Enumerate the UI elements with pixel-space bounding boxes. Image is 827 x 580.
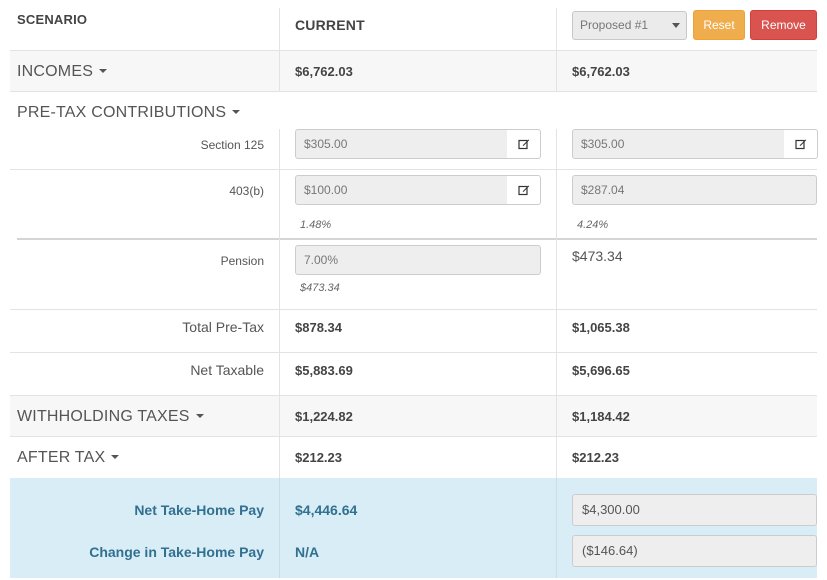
after-tax-toggle[interactable]: AFTER TAX	[17, 449, 120, 467]
incomes-current: $6,762.03	[295, 64, 353, 79]
b403-current-edit-button[interactable]	[507, 175, 541, 205]
remove-button[interactable]: Remove	[750, 10, 817, 40]
pretax-label: PRE-TAX CONTRIBUTIONS	[17, 104, 227, 121]
after-tax-label: AFTER TAX	[17, 449, 106, 466]
withholding-current: $1,224.82	[295, 409, 353, 424]
incomes-label: INCOMES	[17, 63, 94, 80]
b403-current-input[interactable]: $100.00	[295, 175, 508, 205]
net-taxable-current: $5,883.69	[295, 363, 353, 378]
after-tax-proposed: $212.23	[572, 450, 619, 465]
edit-icon	[517, 139, 529, 150]
incomes-proposed: $6,762.03	[572, 64, 630, 79]
incomes-row-bg	[10, 51, 817, 91]
change-take-home-label: Change in Take-Home Pay	[89, 544, 264, 560]
net-take-home-label: Net Take-Home Pay	[134, 502, 264, 518]
b403-proposed-input[interactable]: $287.04	[572, 175, 817, 205]
pension-label: Pension	[220, 254, 264, 268]
take-home-summary: Net Take-Home Pay $4,446.64 $4,300.00 Ch…	[10, 478, 817, 578]
section125-current-input[interactable]: $305.00	[295, 129, 508, 159]
total-pretax-current: $878.34	[295, 320, 342, 335]
total-pretax-proposed: $1,065.38	[572, 320, 630, 335]
withholding-toggle[interactable]: WITHHOLDING TAXES	[17, 408, 204, 426]
edit-icon	[517, 185, 529, 196]
reset-button[interactable]: Reset	[693, 10, 745, 40]
edit-icon	[794, 139, 806, 150]
pension-current-amount: $473.34	[300, 282, 340, 294]
section125-label: Section 125	[200, 138, 264, 152]
net-taxable-proposed: $5,696.65	[572, 363, 630, 378]
after-tax-current: $212.23	[295, 450, 342, 465]
section125-proposed-edit-button[interactable]	[784, 129, 818, 159]
scenario-comparison-table: SCENARIO CURRENT Proposed #1 Reset Remov…	[0, 0, 827, 580]
change-take-home-proposed-field: ($146.64)	[572, 535, 817, 567]
net-taxable-label: Net Taxable	[190, 362, 264, 378]
net-take-home-proposed-field: $4,300.00	[572, 494, 817, 526]
withholding-label: WITHHOLDING TAXES	[17, 408, 190, 425]
caret-down-icon	[111, 454, 120, 459]
section125-current-edit-button[interactable]	[507, 129, 541, 159]
select-arrow-icon	[672, 23, 680, 28]
section125-proposed-input[interactable]: $305.00	[572, 129, 785, 159]
change-take-home-current: N/A	[295, 544, 320, 560]
proposed-scenario-select-value: Proposed #1	[580, 18, 649, 32]
scenario-header: SCENARIO	[17, 12, 88, 27]
pretax-toggle[interactable]: PRE-TAX CONTRIBUTIONS	[17, 104, 241, 122]
b403-current-percent: 1.48%	[300, 219, 332, 231]
proposed-scenario-select[interactable]: Proposed #1	[572, 11, 687, 40]
total-pretax-label: Total Pre-Tax	[182, 319, 264, 335]
incomes-toggle[interactable]: INCOMES	[17, 63, 108, 81]
pension-current-input[interactable]: 7.00%	[295, 245, 541, 275]
caret-down-icon	[99, 68, 108, 73]
b403-proposed-percent: 4.24%	[577, 219, 609, 231]
caret-down-icon	[195, 413, 204, 418]
caret-down-icon	[232, 109, 241, 114]
withholding-proposed: $1,184.42	[572, 409, 630, 424]
current-header: CURRENT	[295, 17, 365, 33]
net-take-home-current: $4,446.64	[295, 502, 358, 518]
b403-label: 403(b)	[229, 184, 264, 198]
pension-proposed: $473.34	[572, 248, 623, 264]
